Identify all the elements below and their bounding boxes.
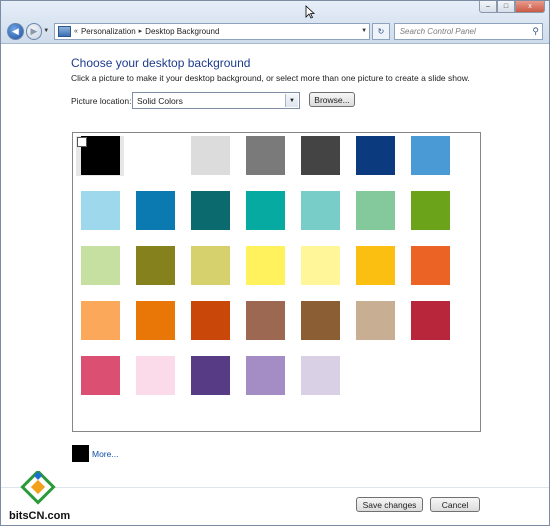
mouse-cursor-icon (305, 5, 315, 19)
watermark-text: bitsCN.com (9, 510, 70, 521)
control-panel-icon (58, 25, 72, 37)
save-changes-button[interactable]: Save changes (356, 497, 423, 512)
address-bar[interactable]: « Personalization ▸ Desktop Background ▼ (54, 22, 371, 40)
breadcrumb-overflow-icon[interactable]: « (74, 28, 78, 35)
color-swatch[interactable] (136, 246, 175, 285)
color-swatch[interactable] (356, 191, 395, 230)
color-swatch[interactable] (81, 246, 120, 285)
breadcrumb-personalization[interactable]: Personalization (81, 27, 136, 36)
color-swatch[interactable] (301, 246, 340, 285)
chevron-down-icon[interactable]: ▼ (285, 94, 298, 107)
color-swatch[interactable] (356, 136, 395, 175)
color-swatch[interactable] (356, 246, 395, 285)
color-swatch[interactable] (411, 191, 450, 230)
refresh-button[interactable]: ↻ (372, 22, 390, 40)
title-bar: – □ x ◀ ▶ ▼ « Personalization ▸ Desktop … (1, 1, 549, 44)
color-swatch[interactable] (81, 191, 120, 230)
picture-location-select[interactable]: Solid Colors ▼ (132, 92, 300, 109)
color-swatch[interactable] (136, 301, 175, 340)
more-color-swatch[interactable] (72, 445, 89, 462)
address-dropdown-icon[interactable]: ▼ (361, 28, 367, 34)
page-description: Click a picture to make it your desktop … (71, 73, 470, 83)
color-swatch[interactable] (191, 246, 230, 285)
back-arrow-icon: ◀ (11, 25, 19, 36)
search-icon[interactable]: ⚲ (532, 26, 539, 37)
color-swatch[interactable] (301, 301, 340, 340)
color-swatch[interactable] (246, 301, 285, 340)
maximize-button[interactable]: □ (497, 1, 515, 13)
browse-button[interactable]: Browse... (309, 92, 355, 107)
color-swatch[interactable] (191, 136, 230, 175)
color-swatch[interactable] (411, 301, 450, 340)
close-button[interactable]: x (515, 1, 545, 13)
color-swatch[interactable] (246, 136, 285, 175)
color-swatch[interactable] (136, 356, 175, 395)
navigation-bar: ◀ ▶ ▼ « Personalization ▸ Desktop Backgr… (7, 22, 543, 40)
color-swatch[interactable] (246, 356, 285, 395)
color-swatch[interactable] (136, 136, 175, 175)
color-swatch[interactable] (411, 136, 450, 175)
color-swatch[interactable] (246, 246, 285, 285)
color-swatch[interactable] (301, 136, 340, 175)
color-swatch[interactable] (81, 356, 120, 395)
search-placeholder: Search Control Panel (399, 26, 476, 36)
color-swatch[interactable] (136, 191, 175, 230)
refresh-icon: ↻ (377, 26, 385, 36)
color-swatch[interactable] (301, 356, 340, 395)
picture-location-label: Picture location: (71, 96, 132, 106)
control-panel-window: – □ x ◀ ▶ ▼ « Personalization ▸ Desktop … (0, 0, 550, 526)
color-swatch[interactable] (191, 191, 230, 230)
color-swatch[interactable] (356, 301, 395, 340)
search-input[interactable]: Search Control Panel ⚲ (393, 22, 543, 40)
swatch-checkbox[interactable] (77, 137, 87, 147)
page-title: Choose your desktop background (71, 56, 251, 70)
breadcrumb-arrow-icon[interactable]: ▸ (139, 27, 143, 35)
forward-arrow-icon: ▶ (30, 25, 38, 36)
forward-button[interactable]: ▶ (25, 22, 43, 40)
breadcrumb-desktop-background[interactable]: Desktop Background (145, 27, 219, 36)
minimize-button[interactable]: – (479, 1, 497, 13)
cancel-button[interactable]: Cancel (430, 497, 480, 512)
picture-location-value: Solid Colors (137, 95, 183, 106)
color-swatch[interactable] (411, 246, 450, 285)
color-swatch[interactable] (191, 356, 230, 395)
color-swatch[interactable] (246, 191, 285, 230)
color-swatch[interactable] (191, 301, 230, 340)
color-gallery (72, 132, 481, 432)
color-swatch[interactable] (81, 301, 120, 340)
bitscn-watermark-logo: bitsCN.com (9, 471, 70, 521)
back-button[interactable]: ◀ (7, 22, 24, 40)
more-colors-link[interactable]: More... (92, 449, 118, 459)
recent-pages-dropdown-icon[interactable]: ▼ (43, 28, 51, 34)
color-swatch[interactable] (301, 191, 340, 230)
caption-buttons: – □ x (479, 1, 545, 13)
